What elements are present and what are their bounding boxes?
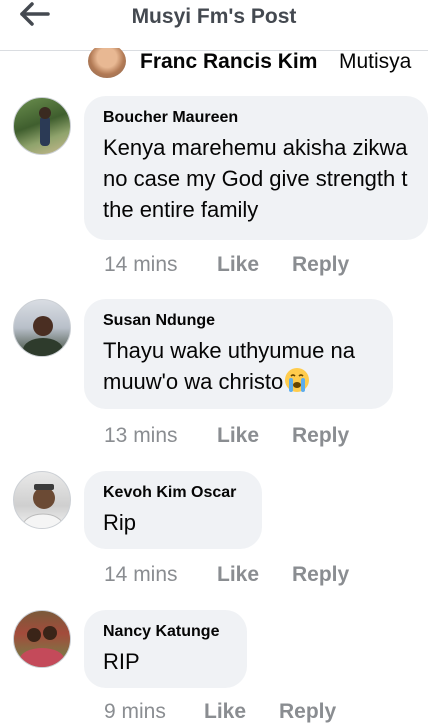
comment-actions: 9 mins Like Reply [104, 700, 336, 724]
like-button[interactable]: Like [217, 424, 259, 448]
comment-text: RIP [103, 649, 140, 674]
comment-author[interactable]: Nancy Katunge [103, 622, 229, 642]
person-photo [23, 316, 63, 356]
comment-bubble[interactable]: Nancy Katunge RIP [84, 610, 247, 688]
like-button[interactable]: Like [217, 563, 259, 587]
comment-actions: 14 mins Like Reply [104, 253, 349, 277]
comment-actions: 14 mins Like Reply [104, 563, 349, 587]
page-title: Musyi Fm's Post [131, 5, 297, 28]
avatar[interactable] [13, 471, 71, 529]
comment-text: Thayu wake uthyumue na muuw'o wa christo [103, 335, 375, 401]
comment-text: Kenya marehemu akisha zikwa no case my G… [103, 135, 408, 222]
reply-button[interactable]: Reply [292, 563, 349, 587]
avatar[interactable] [13, 97, 71, 155]
comment-bubble[interactable]: Kevoh Kim Oscar Rip [84, 471, 262, 549]
avatar[interactable] [88, 48, 126, 78]
like-button[interactable]: Like [217, 253, 259, 277]
person-photo [22, 484, 64, 528]
comment-author[interactable]: Susan Ndunge [103, 311, 375, 331]
reply-button[interactable]: Reply [292, 424, 349, 448]
comment-author[interactable]: Boucher Maureen [103, 108, 410, 128]
reply-preview[interactable]: Franc Rancis Kim Mutisya [88, 48, 428, 80]
comment-time[interactable]: 13 mins [104, 424, 178, 447]
comment-time[interactable]: 14 mins [104, 253, 178, 276]
person-photo [20, 626, 64, 667]
like-button[interactable]: Like [204, 700, 246, 724]
reply-author-continued: Mutisya [339, 50, 412, 73]
comment-author[interactable]: Kevoh Kim Oscar [103, 483, 244, 503]
person-photo [39, 107, 51, 146]
comment-bubble[interactable]: Susan Ndunge Thayu wake uthyumue na muuw… [84, 299, 393, 409]
avatar[interactable] [13, 299, 71, 357]
comment-time[interactable]: 9 mins [104, 700, 166, 723]
reply-button[interactable]: Reply [279, 700, 336, 724]
comment-bubble[interactable]: Boucher Maureen Kenya marehemu akisha zi… [84, 96, 428, 240]
comment-text: Rip [103, 510, 137, 535]
reply-button[interactable]: Reply [292, 253, 349, 277]
reply-author[interactable]: Franc Rancis Kim [140, 50, 317, 74]
comment-actions: 13 mins Like Reply [104, 424, 349, 448]
avatar[interactable] [13, 610, 71, 668]
post-header: Musyi Fm's Post [0, 0, 428, 51]
crying-face-icon [284, 367, 310, 401]
comment-time[interactable]: 14 mins [104, 563, 178, 586]
